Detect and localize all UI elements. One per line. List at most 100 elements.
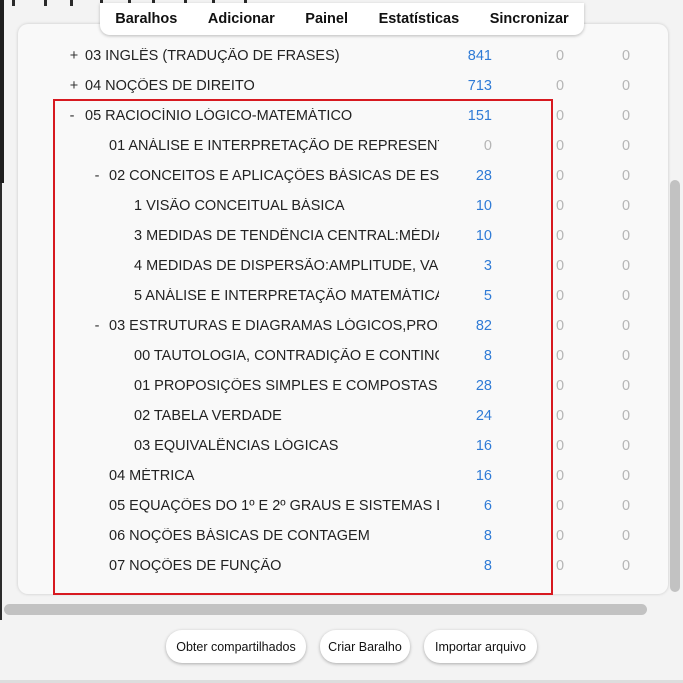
deck-row[interactable]: 05 EQUAÇÕES DO 1º E 2º GRAUS E SISTEMAS … [0, 491, 683, 521]
learn-count: 0 [621, 138, 631, 154]
deck-row[interactable]: 06 NOÇÕES BÁSICAS DE CONTAGEM 8 0 0 [0, 521, 683, 551]
new-count: 0 [555, 498, 565, 514]
due-count: 3 [483, 258, 492, 274]
due-count: 713 [467, 78, 492, 94]
deck-name[interactable]: 07 NOÇÕES DE FUNÇÃO [109, 558, 439, 574]
new-count: 0 [555, 378, 565, 394]
due-count: 10 [475, 198, 492, 214]
deck-name[interactable]: 4 MEDIDAS DE DISPERSÃO:AMPLITUDE, VARIÂN… [134, 258, 439, 274]
learn-count: 0 [621, 468, 631, 484]
deck-name[interactable]: 5 ANÁLISE E INTERPRETAÇÃO MATEMÁTICA DE … [134, 288, 439, 304]
new-count: 0 [555, 258, 565, 274]
collapse-toggle[interactable]: - [66, 108, 78, 124]
get-shared-button[interactable]: Obter compartilhados [166, 630, 306, 663]
deck-name[interactable]: 01 ANÁLISE E INTERPRETAÇÃO DE REPRESENTA… [109, 138, 439, 154]
learn-count: 0 [621, 108, 631, 124]
due-count: 24 [475, 408, 492, 424]
new-count: 0 [555, 78, 565, 94]
new-count: 0 [555, 168, 565, 184]
new-count: 0 [555, 438, 565, 454]
deck-row[interactable]: 5 ANÁLISE E INTERPRETAÇÃO MATEMÁTICA DE … [0, 281, 683, 311]
due-count: 8 [483, 528, 492, 544]
deck-row[interactable]: 03 EQUIVALÊNCIAS LÓGICAS 16 0 0 [0, 431, 683, 461]
new-count: 0 [555, 318, 565, 334]
new-count: 0 [555, 48, 565, 64]
learn-count: 0 [621, 198, 631, 214]
deck-row[interactable]: 07 NOÇÕES DE FUNÇÃO 8 0 0 [0, 551, 683, 581]
deck-row[interactable]: - 03 ESTRUTURAS E DIAGRAMAS LÓGICOS,PROP… [0, 311, 683, 341]
learn-count: 0 [621, 78, 631, 94]
deck-row[interactable]: 04 MÉTRICA 16 0 0 [0, 461, 683, 491]
decks-tab[interactable]: Baralhos [111, 9, 181, 29]
deck-name[interactable]: 1 VISÃO CONCEITUAL BÁSICA [134, 198, 439, 214]
sync-tab[interactable]: Sincronizar [486, 9, 573, 29]
vertical-scrollbar-thumb[interactable] [670, 180, 680, 592]
due-count: 8 [483, 348, 492, 364]
add-tab[interactable]: Adicionar [204, 9, 279, 29]
deck-name[interactable]: 02 TABELA VERDADE [134, 408, 439, 424]
deck-name[interactable]: 03 ESTRUTURAS E DIAGRAMAS LÓGICOS,PROPOS… [109, 318, 439, 334]
deck-row[interactable]: 1 VISÃO CONCEITUAL BÁSICA 10 0 0 [0, 191, 683, 221]
deck-name[interactable]: 03 INGLÊS (TRADUÇÃO DE FRASES) [85, 48, 445, 64]
deck-tree: + 03 INGLÊS (TRADUÇÃO DE FRASES) 841 0 0… [0, 0, 683, 600]
horizontal-scrollbar-thumb[interactable] [4, 604, 647, 615]
import-file-button[interactable]: Importar arquivo [424, 630, 537, 663]
learn-count: 0 [621, 348, 631, 364]
due-count: 16 [475, 468, 492, 484]
due-count: 8 [483, 558, 492, 574]
deck-row[interactable]: 3 MEDIDAS DE TENDÊNCIA CENTRAL:MÉDIA, ME… [0, 221, 683, 251]
learn-count: 0 [621, 378, 631, 394]
new-count: 0 [555, 138, 565, 154]
due-count: 151 [467, 108, 492, 124]
deck-name[interactable]: 03 EQUIVALÊNCIAS LÓGICAS [134, 438, 439, 454]
new-count: 0 [555, 468, 565, 484]
learn-count: 0 [621, 558, 631, 574]
due-count: 16 [475, 438, 492, 454]
deck-row[interactable]: 02 TABELA VERDADE 24 0 0 [0, 401, 683, 431]
due-count: 28 [475, 378, 492, 394]
new-count: 0 [555, 288, 565, 304]
expand-toggle[interactable]: + [68, 78, 80, 94]
deck-row[interactable]: 4 MEDIDAS DE DISPERSÃO:AMPLITUDE, VARIÂN… [0, 251, 683, 281]
create-deck-button[interactable]: Criar Baralho [320, 630, 410, 663]
deck-name[interactable]: 05 EQUAÇÕES DO 1º E 2º GRAUS E SISTEMAS … [109, 498, 439, 514]
learn-count: 0 [621, 48, 631, 64]
deck-name[interactable]: 02 CONCEITOS E APLICAÇÕES BÁSICAS DE EST… [109, 168, 439, 184]
collapse-toggle[interactable]: - [91, 318, 103, 334]
deck-name[interactable]: 04 MÉTRICA [109, 468, 439, 484]
learn-count: 0 [621, 228, 631, 244]
new-count: 0 [555, 348, 565, 364]
deck-name[interactable]: 05 RACIOCÍNIO LÓGICO-MATEMÁTICO [85, 108, 445, 124]
expand-toggle[interactable]: + [68, 48, 80, 64]
learn-count: 0 [621, 168, 631, 184]
stats-tab[interactable]: Estatísticas [375, 9, 464, 29]
due-count: 28 [475, 168, 492, 184]
deck-row[interactable]: - 02 CONCEITOS E APLICAÇÕES BÁSICAS DE E… [0, 161, 683, 191]
deck-row[interactable]: 01 ANÁLISE E INTERPRETAÇÃO DE REPRESENTA… [0, 131, 683, 161]
due-count: 5 [483, 288, 492, 304]
new-count: 0 [555, 408, 565, 424]
deck-name[interactable]: 04 NOÇÕES DE DIREITO [85, 78, 445, 94]
deck-name[interactable]: 06 NOÇÕES BÁSICAS DE CONTAGEM [109, 528, 439, 544]
new-count: 0 [555, 198, 565, 214]
learn-count: 0 [621, 258, 631, 274]
deck-row[interactable]: - 05 RACIOCÍNIO LÓGICO-MATEMÁTICO 151 0 … [0, 101, 683, 131]
learn-count: 0 [621, 528, 631, 544]
due-count: 6 [483, 498, 492, 514]
deck-row[interactable]: + 04 NOÇÕES DE DIREITO 713 0 0 [0, 71, 683, 101]
deck-row[interactable]: 01 PROPOSIÇÕES SIMPLES E COMPOSTAS 28 0 … [0, 371, 683, 401]
deck-row[interactable]: + 03 INGLÊS (TRADUÇÃO DE FRASES) 841 0 0 [0, 41, 683, 71]
due-count: 0 [483, 138, 492, 154]
learn-count: 0 [621, 318, 631, 334]
deck-name[interactable]: 00 TAUTOLOGIA, CONTRADIÇÃO E CONTINGÊNCI… [134, 348, 439, 364]
deck-name[interactable]: 01 PROPOSIÇÕES SIMPLES E COMPOSTAS [134, 378, 439, 394]
deck-row[interactable]: 00 TAUTOLOGIA, CONTRADIÇÃO E CONTINGÊNCI… [0, 341, 683, 371]
learn-count: 0 [621, 498, 631, 514]
learn-count: 0 [621, 438, 631, 454]
learn-count: 0 [621, 288, 631, 304]
new-count: 0 [555, 108, 565, 124]
panel-tab[interactable]: Painel [301, 9, 352, 29]
deck-name[interactable]: 3 MEDIDAS DE TENDÊNCIA CENTRAL:MÉDIA, ME… [134, 228, 439, 244]
main-toolbar: Baralhos Adicionar Painel Estatísticas S… [100, 3, 584, 35]
collapse-toggle[interactable]: - [91, 168, 103, 184]
